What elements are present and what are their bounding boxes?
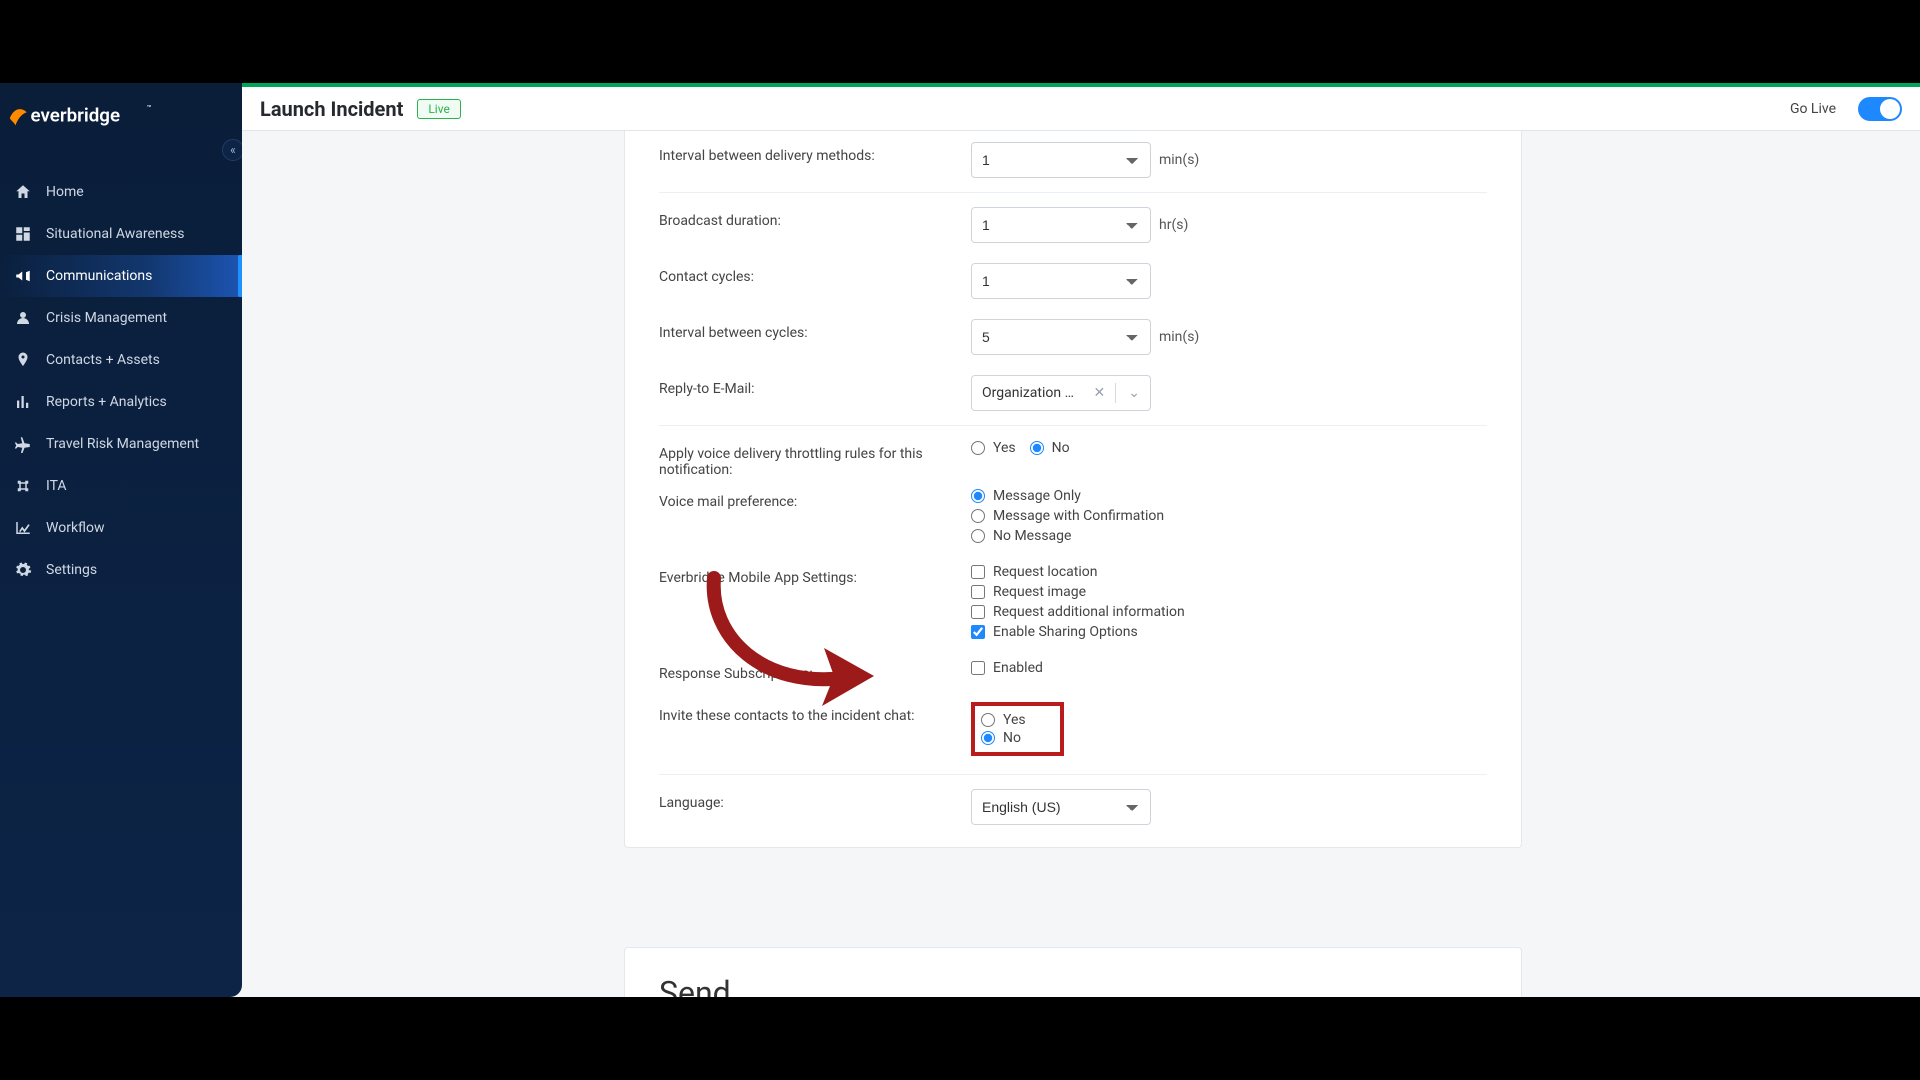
row-throttling: Apply voice delivery throttling rules fo… (625, 430, 1521, 488)
sidebar-item-label: ITA (46, 478, 67, 494)
sidebar-item-label: Contacts + Assets (46, 352, 160, 368)
sidebar-item-label: Communications (46, 268, 152, 284)
radio-voicemail-no-message[interactable]: No Message (971, 528, 1164, 544)
label-throttling: Apply voice delivery throttling rules fo… (659, 440, 947, 478)
unit-min: min(s) (1159, 329, 1199, 345)
sidebar-item-reports-analytics[interactable]: Reports + Analytics (0, 381, 242, 423)
sidebar-item-communications[interactable]: Communications (0, 255, 242, 297)
radio-throttling-no[interactable]: No (1030, 440, 1070, 456)
content-scroll: Interval between delivery methods: 1 min… (242, 131, 1920, 997)
select-broadcast-duration[interactable]: 1 (971, 207, 1151, 243)
brand-logo: everbridge ™ (0, 83, 242, 155)
svg-text:everbridge: everbridge (31, 105, 121, 127)
megaphone-icon (14, 267, 32, 285)
label-voicemail: Voice mail preference: (659, 488, 947, 510)
topbar: Launch Incident Live Go Live (242, 83, 1920, 131)
label-incident-chat: Invite these contacts to the incident ch… (659, 702, 947, 724)
sidebar-item-workflow[interactable]: Workflow (0, 507, 242, 549)
people-icon (14, 309, 32, 327)
sidebar-item-situational-awareness[interactable]: Situational Awareness (0, 213, 242, 255)
sidebar-item-travel-risk[interactable]: Travel Risk Management (0, 423, 242, 465)
sidebar-item-label: Crisis Management (46, 310, 167, 326)
radio-chat-no[interactable]: No (981, 730, 1026, 746)
sidebar-item-label: Workflow (46, 520, 105, 536)
sidebar-item-home[interactable]: Home (0, 171, 242, 213)
sidebar-item-label: Travel Risk Management (46, 436, 199, 452)
clear-icon[interactable]: ✕ (1090, 385, 1110, 401)
check-request-image[interactable]: Request image (971, 584, 1185, 600)
sidebar: everbridge ™ « Home Situational Awarenes… (0, 83, 242, 997)
row-voicemail: Voice mail preference: Message Only Mess… (625, 488, 1521, 554)
row-reply-to: Reply-to E-Mail: Organization … ✕ ⌄ (625, 365, 1521, 421)
check-request-additional-info[interactable]: Request additional information (971, 604, 1185, 620)
sidebar-nav: Home Situational Awareness Communication… (0, 171, 242, 591)
home-icon (14, 183, 32, 201)
send-card: Send Send: Now Schedule (624, 947, 1522, 997)
label-language: Language: (659, 789, 947, 811)
radio-chat-yes[interactable]: Yes (981, 712, 1026, 728)
check-subscriptions-enabled[interactable]: Enabled (971, 660, 1043, 676)
chevron-down-icon[interactable]: ⌄ (1122, 385, 1142, 401)
row-incident-chat: Invite these contacts to the incident ch… (625, 692, 1521, 770)
row-broadcast-duration: Broadcast duration: 1 hr(s) (625, 197, 1521, 253)
sidebar-item-ita[interactable]: ITA (0, 465, 242, 507)
check-enable-sharing[interactable]: Enable Sharing Options (971, 624, 1185, 640)
sidebar-item-label: Reports + Analytics (46, 394, 167, 410)
sidebar-collapse-button[interactable]: « (222, 139, 244, 161)
main-panel: Launch Incident Live Go Live Interval be… (242, 83, 1920, 997)
label-mobile-app: Everbridge Mobile App Settings: (659, 564, 947, 586)
go-live-label: Go Live (1790, 101, 1836, 117)
radio-voicemail-message-confirmation[interactable]: Message with Confirmation (971, 508, 1164, 524)
label-contact-cycles: Contact cycles: (659, 263, 947, 285)
bar-chart-icon (14, 393, 32, 411)
select-interval-cycles[interactable]: 5 (971, 319, 1151, 355)
app-root: everbridge ™ « Home Situational Awarenes… (0, 83, 1920, 997)
select-contact-cycles[interactable]: 1 (971, 263, 1151, 299)
row-contact-cycles: Contact cycles: 1 (625, 253, 1521, 309)
sidebar-item-label: Situational Awareness (46, 226, 185, 242)
everbridge-logo-icon: everbridge ™ (8, 101, 158, 131)
row-language: Language: English (US) (625, 779, 1521, 835)
select-interval-methods[interactable]: 1 (971, 142, 1151, 178)
dashboard-icon (14, 225, 32, 243)
sidebar-item-settings[interactable]: Settings (0, 549, 242, 591)
gear-icon (14, 561, 32, 579)
go-live-toggle[interactable] (1858, 97, 1902, 121)
send-title: Send (659, 974, 1487, 997)
plane-icon (14, 435, 32, 453)
network-icon (14, 477, 32, 495)
sidebar-item-label: Settings (46, 562, 97, 578)
select-reply-to[interactable]: Organization … ✕ ⌄ (971, 375, 1151, 411)
row-response-subscriptions: Response Subscriptions: Enabled (625, 650, 1521, 692)
label-interval-cycles: Interval between cycles: (659, 319, 947, 341)
select-language[interactable]: English (US) (971, 789, 1151, 825)
row-mobile-app: Everbridge Mobile App Settings: Request … (625, 554, 1521, 650)
sidebar-item-crisis-management[interactable]: Crisis Management (0, 297, 242, 339)
unit-hr: hr(s) (1159, 217, 1188, 233)
live-badge: Live (417, 99, 460, 119)
page-title: Launch Incident (260, 97, 403, 121)
radio-voicemail-message-only[interactable]: Message Only (971, 488, 1164, 504)
row-interval-cycles: Interval between cycles: 5 min(s) (625, 309, 1521, 365)
sidebar-item-contacts-assets[interactable]: Contacts + Assets (0, 339, 242, 381)
row-interval-methods: Interval between delivery methods: 1 min… (625, 132, 1521, 188)
annotation-highlight-box: Yes No (971, 702, 1064, 756)
settings-card: Interval between delivery methods: 1 min… (624, 131, 1522, 848)
label-interval-methods: Interval between delivery methods: (659, 142, 947, 164)
label-response-subscriptions: Response Subscriptions: (659, 660, 947, 682)
pin-icon (14, 351, 32, 369)
check-request-location[interactable]: Request location (971, 564, 1185, 580)
unit-min: min(s) (1159, 152, 1199, 168)
radio-throttling-yes[interactable]: Yes (971, 440, 1016, 456)
reply-to-value: Organization … (982, 385, 1084, 401)
label-broadcast-duration: Broadcast duration: (659, 207, 947, 229)
sidebar-item-label: Home (46, 184, 84, 200)
line-chart-icon (14, 519, 32, 537)
label-reply-to: Reply-to E-Mail: (659, 375, 947, 397)
svg-text:™: ™ (147, 103, 152, 112)
